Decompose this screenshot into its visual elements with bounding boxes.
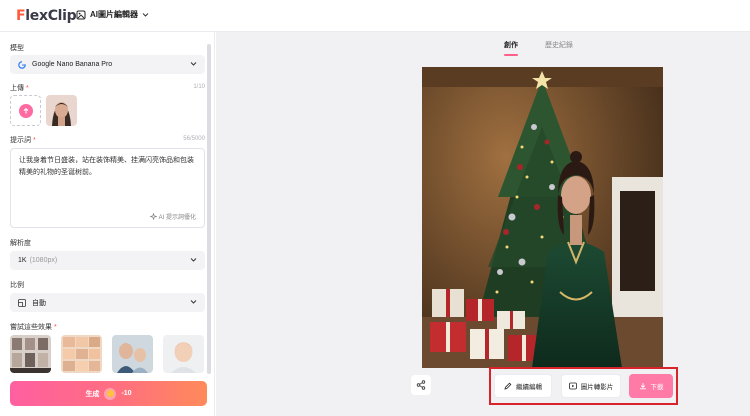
model-label: 模型 — [10, 45, 24, 52]
effect-thumbnail[interactable] — [10, 335, 51, 373]
try-effects-label: 嘗試這些效果 * — [10, 324, 57, 331]
flexclip-logo[interactable]: FlexClip — [16, 8, 77, 24]
left-panel-scrollbar[interactable] — [207, 44, 211, 374]
top-bar: FlexClip AI圖片編輯器 — [0, 0, 750, 32]
try-effects-row — [10, 335, 204, 373]
upload-counter: 1/10 — [193, 84, 205, 90]
image-actions-group: 繼續編輯 圖片轉影片 下載 — [489, 367, 678, 405]
tool-switch-label: AI圖片編輯器 — [90, 10, 138, 19]
effect-thumbnail[interactable] — [163, 335, 204, 373]
prompt-textarea[interactable]: 让我身着节日盛装，站在装饰精美、挂满闪亮饰品和包装精美的礼物的圣诞树前。 AI … — [10, 148, 205, 228]
ratio-select[interactable]: 自動 — [10, 293, 205, 312]
prompt-counter: 56/5000 — [183, 136, 205, 142]
chevron-down-icon — [190, 300, 197, 304]
download-button[interactable]: 下載 — [629, 374, 673, 398]
download-label: 下載 — [650, 384, 664, 391]
preview-area: 創作 歷史紀錄 繼續編輯 圖片轉影片 下載 — [216, 32, 750, 416]
generate-label: 生成 — [85, 390, 100, 398]
upload-label: 上傳 * — [10, 85, 29, 92]
generated-image[interactable] — [422, 67, 663, 368]
prompt-label: 提示詞 * — [10, 137, 36, 144]
ratio-label: 比例 — [10, 282, 24, 289]
resolution-selected-detail: (1080px) — [29, 257, 58, 264]
ai-prompt-optimize-button[interactable]: AI 提示詞優化 — [149, 212, 196, 221]
ai-sparkle-icon — [149, 213, 157, 220]
download-icon — [639, 383, 646, 390]
continue-edit-label: 繼續編輯 — [516, 384, 542, 391]
resolution-selected-value: 1K — [18, 257, 27, 264]
preview-tabs: 創作 歷史紀錄 — [216, 32, 750, 58]
model-selected-value: Google Nano Banana Pro — [32, 61, 113, 68]
video-icon — [568, 382, 577, 390]
uploaded-image-thumbnail[interactable] — [46, 95, 77, 126]
model-select[interactable]: Google Nano Banana Pro — [10, 55, 205, 74]
tab-create[interactable]: 創作 — [504, 40, 518, 50]
google-icon — [18, 60, 26, 69]
share-icon — [416, 380, 426, 390]
image-edit-icon — [76, 10, 86, 19]
aspect-ratio-icon — [18, 298, 26, 307]
upload-dropzone[interactable] — [10, 95, 41, 126]
generate-button[interactable]: 生成 -10 — [10, 381, 207, 406]
image-to-video-label: 圖片轉影片 — [580, 384, 614, 391]
effect-thumbnail[interactable] — [61, 335, 102, 373]
pencil-icon — [504, 382, 512, 390]
active-tab-indicator — [504, 54, 518, 56]
tab-history[interactable]: 歷史紀錄 — [545, 40, 573, 50]
ratio-selected-value: 自動 — [32, 299, 46, 307]
tool-switch-dropdown[interactable]: AI圖片編輯器 — [76, 9, 149, 20]
effect-thumbnail[interactable] — [112, 335, 153, 373]
upload-button[interactable] — [18, 103, 33, 118]
continue-edit-button[interactable]: 繼續編輯 — [494, 374, 552, 398]
upload-arrow-icon — [23, 107, 28, 113]
resolution-select[interactable]: 1K (1080px) — [10, 251, 205, 270]
generate-cost: -10 — [121, 390, 132, 397]
prompt-text[interactable]: 让我身着节日盛装，站在装饰精美、挂满闪亮饰品和包装精美的礼物的圣诞树前。 — [19, 155, 196, 179]
chevron-down-icon — [190, 62, 197, 66]
credit-coin-icon — [104, 387, 117, 400]
ai-prompt-optimize-label: AI 提示詞優化 — [158, 215, 196, 221]
share-button[interactable] — [411, 375, 431, 395]
chevron-down-icon — [190, 258, 197, 262]
chevron-down-icon — [142, 13, 149, 17]
resolution-label: 解析度 — [10, 240, 31, 247]
image-to-video-button[interactable]: 圖片轉影片 — [561, 374, 621, 398]
